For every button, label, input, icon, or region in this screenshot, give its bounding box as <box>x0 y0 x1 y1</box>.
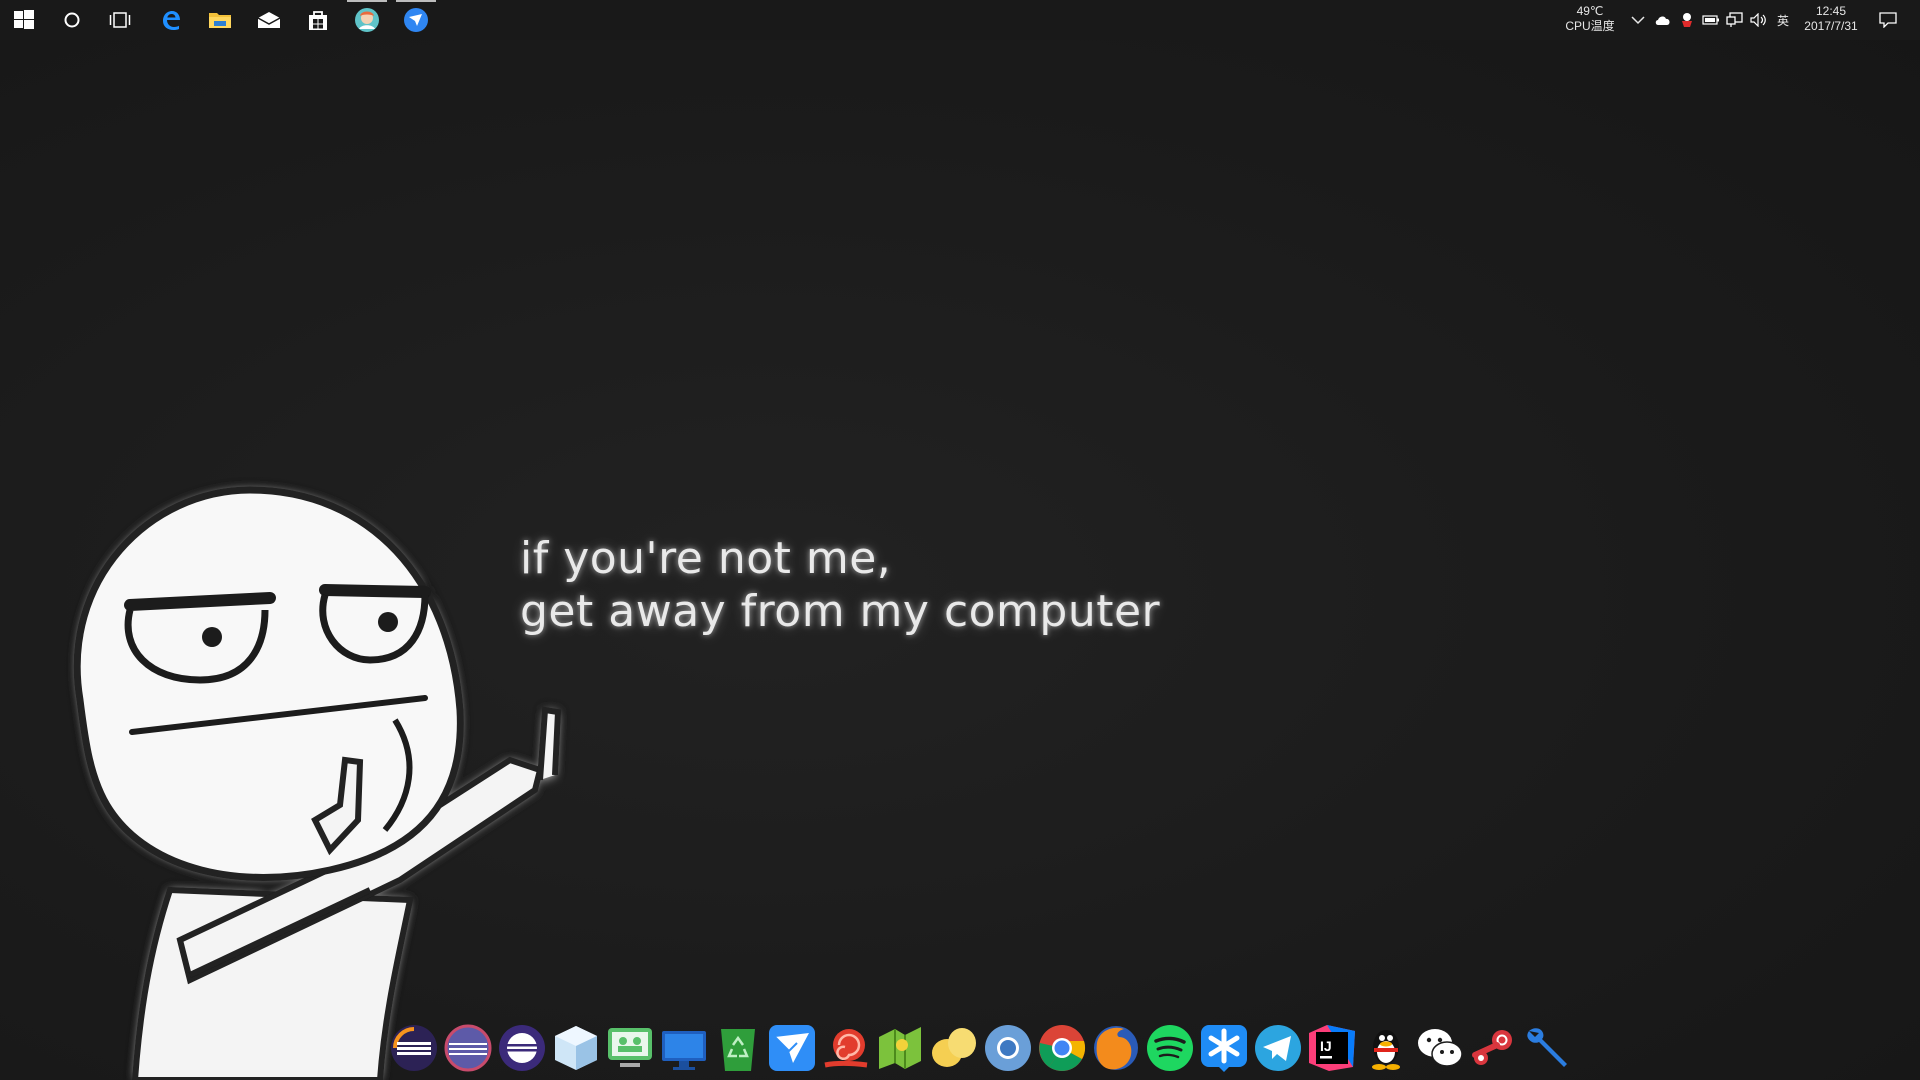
cpu-temp-label: CPU温度 <box>1565 19 1615 33</box>
action-center-button[interactable] <box>1876 8 1900 32</box>
windows-logo-icon <box>14 10 34 29</box>
onedrive-tray-button[interactable] <box>1653 8 1673 32</box>
dock-eclipse-alt[interactable] <box>442 1022 494 1074</box>
dock-recycle-bin[interactable] <box>712 1022 764 1074</box>
network-tray-button[interactable] <box>1725 8 1745 32</box>
monitor-icon <box>662 1031 706 1070</box>
dock-snail[interactable] <box>820 1022 872 1074</box>
steam-icon <box>1472 1030 1512 1065</box>
intellij-icon: IJ <box>1309 1025 1355 1071</box>
dock-feishu[interactable] <box>766 1022 818 1074</box>
folder-icon <box>209 13 231 28</box>
start-button[interactable] <box>0 0 48 40</box>
app-dock: IJ <box>388 1022 1588 1076</box>
battery-icon <box>1702 15 1719 25</box>
dock-firefox[interactable] <box>1090 1022 1142 1074</box>
snail-icon <box>824 1029 868 1068</box>
dock-monitor[interactable] <box>658 1022 710 1074</box>
blue-bird-icon <box>404 8 428 32</box>
battery-tray-button[interactable] <box>1701 8 1721 32</box>
remote-desktop-icon <box>608 1028 652 1067</box>
input-method-button[interactable]: 英 <box>1773 10 1793 30</box>
dock-telegram[interactable] <box>1252 1022 1304 1074</box>
cloud-icon <box>1655 16 1670 25</box>
dock-spotify[interactable] <box>1144 1022 1196 1074</box>
dock-intellij[interactable]: IJ <box>1306 1022 1358 1074</box>
virtual-box-icon <box>555 1026 597 1070</box>
recycle-bin-icon <box>721 1029 755 1071</box>
wechat-icon <box>1418 1029 1463 1067</box>
eclipse-purple-icon <box>499 1025 545 1071</box>
telegram-icon <box>1255 1025 1301 1071</box>
wrench-tools-icon <box>1527 1028 1567 1067</box>
antivirus-tray-button[interactable] <box>1677 8 1697 32</box>
shield-app-icon <box>1682 13 1692 27</box>
dock-qq[interactable] <box>1360 1022 1412 1074</box>
edge-button[interactable] <box>147 0 195 40</box>
clock-date: 2017/7/31 <box>1804 19 1858 33</box>
dock-steam[interactable] <box>1468 1022 1520 1074</box>
edge-icon <box>163 11 180 30</box>
notification-icon <box>1879 12 1897 28</box>
map-app-icon <box>879 1027 921 1069</box>
mail-icon <box>257 12 281 28</box>
avatar-app-icon <box>355 8 379 32</box>
asterisk-app-icon <box>1201 1025 1247 1072</box>
eclipse-alt-icon <box>444 1024 492 1072</box>
meme-character-illustration <box>73 486 562 1080</box>
file-explorer-button[interactable] <box>196 0 244 40</box>
spotify-icon <box>1147 1025 1193 1071</box>
desktop[interactable]: 49℃ CPU温度 英 12:45 2017/7/31 if you're no… <box>0 0 1920 1080</box>
caption-line-2: get away from my computer <box>520 586 1161 637</box>
dock-chrome[interactable] <box>1036 1022 1088 1074</box>
task-view-button[interactable] <box>96 0 144 40</box>
dock-virtualbox[interactable] <box>550 1022 602 1074</box>
dock-eclipse-purple[interactable] <box>496 1022 548 1074</box>
dock-tools[interactable] <box>1522 1022 1574 1074</box>
dock-yellow-app[interactable] <box>928 1022 980 1074</box>
dock-map-app[interactable] <box>874 1022 926 1074</box>
cpu-temperature[interactable]: 49℃ CPU温度 <box>1560 4 1620 34</box>
firefox-icon <box>1094 1026 1138 1070</box>
app-bird-button[interactable] <box>392 0 440 40</box>
ime-label: 英 <box>1776 13 1789 28</box>
dock-remote-desktop[interactable] <box>604 1022 656 1074</box>
dock-eclipse[interactable] <box>388 1022 440 1074</box>
qq-penguin-icon <box>1372 1030 1400 1070</box>
eclipse-icon <box>391 1025 437 1071</box>
cortana-search-button[interactable] <box>48 0 96 40</box>
chrome-icon <box>1039 1025 1085 1071</box>
wallpaper-caption: if you're not me, get away from my compu… <box>520 532 1160 638</box>
dock-wechat[interactable] <box>1414 1022 1466 1074</box>
chromium-icon <box>985 1025 1031 1071</box>
speaker-icon <box>1750 13 1766 27</box>
caption-line-1: if you're not me, <box>520 533 892 584</box>
app-avatar-button[interactable] <box>343 0 391 40</box>
taskbar: 49℃ CPU温度 英 12:45 2017/7/31 <box>0 0 1920 40</box>
task-view-icon <box>109 12 131 28</box>
clock-time: 12:45 <box>1815 4 1847 18</box>
svg-text:IJ: IJ <box>1320 1038 1332 1054</box>
cpu-temp-value: 49℃ <box>1576 4 1604 18</box>
yellow-blob-icon <box>932 1028 976 1067</box>
store-icon <box>309 11 327 30</box>
clock[interactable]: 12:45 2017/7/31 <box>1796 4 1866 34</box>
dock-chromium[interactable] <box>982 1022 1034 1074</box>
feishu-bird-icon <box>769 1025 815 1071</box>
chevron-up-icon <box>1631 16 1645 25</box>
show-hidden-icons-button[interactable] <box>1628 8 1648 32</box>
dock-asterisk-app[interactable] <box>1198 1022 1250 1074</box>
network-icon <box>1726 12 1743 27</box>
mail-button[interactable] <box>245 0 293 40</box>
cortana-circle-icon <box>64 12 80 28</box>
volume-tray-button[interactable] <box>1749 8 1769 32</box>
store-button[interactable] <box>294 0 342 40</box>
